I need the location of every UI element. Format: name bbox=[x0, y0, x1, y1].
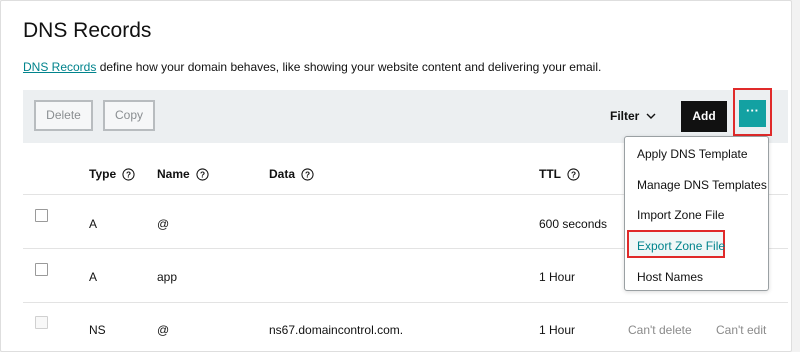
menu-item-apply-dns-template[interactable]: Apply DNS Template bbox=[637, 147, 748, 161]
column-header-data: Data ? bbox=[269, 167, 314, 181]
row-checkbox[interactable] bbox=[35, 209, 48, 222]
record-data: ns67.domaincontrol.com. bbox=[269, 323, 404, 337]
menu-item-export-zone-file[interactable]: Export Zone File bbox=[637, 239, 725, 253]
column-header-name-label: Name bbox=[157, 167, 190, 181]
help-circle-icon[interactable]: ? bbox=[122, 167, 135, 181]
more-button-highlight: ··· bbox=[733, 88, 772, 136]
row-checkbox[interactable] bbox=[35, 263, 48, 276]
menu-item-manage-dns-templates[interactable]: Manage DNS Templates bbox=[637, 178, 767, 192]
svg-text:?: ? bbox=[200, 169, 205, 179]
dns-records-link[interactable]: DNS Records bbox=[23, 60, 96, 74]
filter-button[interactable]: Filter bbox=[610, 109, 639, 123]
copy-button[interactable]: Copy bbox=[103, 100, 155, 131]
add-button[interactable]: Add bbox=[681, 101, 727, 132]
intro-text: DNS Records define how your domain behav… bbox=[23, 60, 601, 74]
column-header-type: Type ? bbox=[89, 167, 135, 181]
record-name: @ bbox=[157, 323, 170, 337]
menu-item-host-names[interactable]: Host Names bbox=[637, 270, 703, 284]
column-header-data-label: Data bbox=[269, 167, 296, 181]
more-options-menu: Apply DNS Template Manage DNS Templates … bbox=[624, 136, 769, 291]
chevron-down-icon[interactable] bbox=[645, 110, 657, 122]
record-name: app bbox=[157, 270, 178, 284]
record-type: A bbox=[89, 270, 98, 284]
help-circle-icon[interactable]: ? bbox=[567, 167, 580, 181]
record-ttl: 1 Hour bbox=[539, 270, 576, 284]
page-title: DNS Records bbox=[23, 19, 152, 42]
edit-status: Can't edit bbox=[716, 323, 767, 337]
record-name: @ bbox=[157, 217, 170, 231]
delete-button[interactable]: Delete bbox=[34, 100, 93, 131]
svg-text:?: ? bbox=[571, 169, 576, 179]
record-ttl: 600 seconds bbox=[539, 217, 608, 231]
intro-description: define how your domain behaves, like sho… bbox=[96, 60, 602, 74]
svg-text:?: ? bbox=[126, 169, 131, 179]
row-divider bbox=[23, 302, 788, 303]
help-circle-icon[interactable]: ? bbox=[196, 167, 209, 181]
record-type: NS bbox=[89, 323, 106, 337]
record-ttl: 1 Hour bbox=[539, 323, 576, 337]
record-type: A bbox=[89, 217, 98, 231]
column-header-name: Name ? bbox=[157, 167, 209, 181]
column-header-type-label: Type bbox=[89, 167, 117, 181]
menu-item-import-zone-file[interactable]: Import Zone File bbox=[637, 208, 724, 222]
delete-status: Can't delete bbox=[628, 323, 692, 337]
more-options-button[interactable]: ··· bbox=[739, 100, 766, 127]
dns-records-card: DNS Records DNS Records define how your … bbox=[0, 0, 792, 352]
column-header-ttl: TTL ? bbox=[539, 167, 580, 181]
help-circle-icon[interactable]: ? bbox=[301, 167, 314, 181]
column-header-ttl-label: TTL bbox=[539, 167, 561, 181]
svg-text:?: ? bbox=[305, 169, 310, 179]
row-checkbox-disabled bbox=[35, 316, 48, 329]
